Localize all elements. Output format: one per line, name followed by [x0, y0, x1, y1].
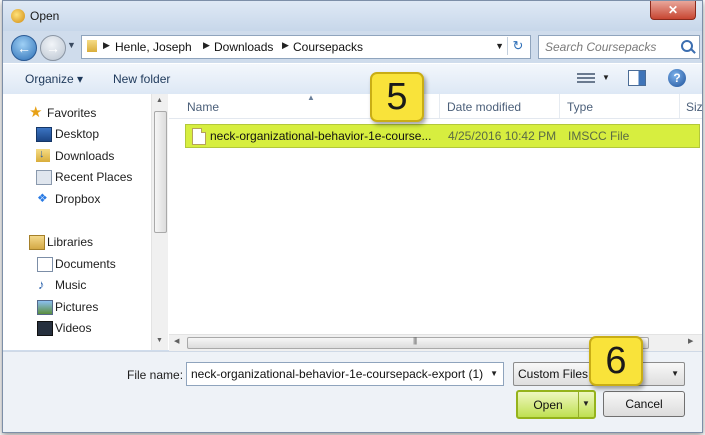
title-bar: Open ✕ [3, 1, 702, 31]
refresh-icon[interactable]: ↻ [507, 37, 528, 55]
open-button[interactable]: Open ▼ [516, 390, 596, 419]
videos-icon [37, 321, 53, 336]
help-icon[interactable]: ? [668, 69, 686, 87]
open-options-dropdown-icon[interactable]: ▼ [582, 399, 590, 408]
recent-locations-dropdown[interactable]: ▼ [67, 40, 76, 50]
column-divider[interactable] [439, 94, 440, 118]
address-dropdown-icon[interactable]: ▼ [495, 41, 504, 51]
back-button[interactable]: ← [11, 35, 37, 61]
view-dropdown-icon[interactable]: ▼ [602, 73, 610, 82]
scroll-left-icon[interactable]: ◀ [174, 337, 179, 345]
step-callout-6: 6 [589, 336, 643, 386]
sort-ascending-icon: ▲ [307, 93, 315, 102]
sidebar-item-documents[interactable]: Documents [55, 257, 116, 271]
sidebar-item-videos[interactable]: Videos [55, 321, 91, 335]
sidebar-group-libraries[interactable]: Libraries [47, 235, 93, 249]
libraries-icon [29, 235, 45, 250]
search-box[interactable]: Search Coursepacks [538, 35, 700, 59]
navigation-pane: ★ Favorites Desktop Downloads Recent Pla… [3, 94, 152, 350]
scrollbar-thumb[interactable]: ||| [187, 336, 649, 349]
new-folder-button[interactable]: New folder [113, 72, 170, 86]
sidebar-item-dropbox[interactable]: Dropbox [55, 192, 100, 206]
file-name-value[interactable]: neck-organizational-behavior-1e-coursepa… [191, 367, 483, 381]
chevron-down-icon[interactable]: ▼ [671, 369, 679, 378]
column-header-type[interactable]: Type [567, 100, 593, 114]
scroll-down-icon[interactable]: ▼ [156, 337, 163, 344]
sidebar-item-desktop[interactable]: Desktop [55, 127, 99, 141]
pictures-icon [37, 300, 53, 315]
cancel-button[interactable]: Cancel [603, 391, 685, 417]
chevron-down-icon[interactable]: ▼ [490, 369, 498, 378]
downloads-icon [36, 148, 50, 162]
scroll-up-icon[interactable]: ▲ [156, 97, 163, 104]
sidebar-item-music[interactable]: Music [55, 278, 86, 292]
content-area: ★ Favorites Desktop Downloads Recent Pla… [3, 93, 702, 351]
star-icon: ★ [29, 104, 43, 121]
sidebar-item-downloads[interactable]: Downloads [55, 149, 114, 163]
recent-places-icon [36, 170, 52, 185]
file-type: IMSCC File [568, 129, 630, 143]
app-icon [11, 9, 25, 23]
organize-button[interactable]: Organize ▾ [25, 72, 83, 86]
column-divider[interactable] [559, 94, 560, 118]
breadcrumb-separator-icon[interactable]: ▶ [282, 40, 289, 51]
column-divider[interactable] [679, 94, 680, 118]
step-callout-5: 5 [370, 72, 424, 122]
breadcrumb-separator-icon[interactable]: ▶ [103, 40, 110, 51]
table-row[interactable]: neck-organizational-behavior-1e-course..… [185, 124, 700, 148]
breadcrumb-separator-icon[interactable]: ▶ [203, 40, 210, 51]
sidebar-group-favorites[interactable]: Favorites [47, 106, 96, 120]
file-type-filter-value[interactable]: Custom Files [518, 367, 588, 381]
file-icon [192, 128, 206, 145]
documents-icon [37, 257, 53, 272]
scroll-right-icon[interactable]: ▶ [688, 337, 693, 345]
column-header-name[interactable]: Name [187, 100, 219, 114]
scrollbar-thumb[interactable] [154, 111, 167, 233]
sidebar-item-recent-places[interactable]: Recent Places [55, 170, 132, 184]
command-bar: Organize ▾ New folder ▼ ? [3, 63, 702, 95]
search-input[interactable]: Search Coursepacks [545, 40, 656, 54]
file-date-modified: 4/25/2016 10:42 PM [448, 129, 557, 143]
music-icon: ♪ [38, 277, 45, 292]
dropbox-icon: ❖ [37, 191, 48, 205]
view-options-icon[interactable] [577, 71, 595, 85]
navigation-scrollbar[interactable]: ▲ ▼ [151, 94, 168, 350]
preview-pane-icon[interactable] [628, 70, 646, 86]
search-icon[interactable] [681, 40, 693, 52]
sidebar-item-pictures[interactable]: Pictures [55, 300, 98, 314]
file-name-label: File name: [127, 368, 184, 382]
desktop-icon [36, 127, 52, 142]
window-title: Open [30, 9, 60, 23]
open-button-label[interactable]: Open [518, 398, 578, 412]
scrollbar-grip-icon: ||| [413, 336, 417, 345]
column-header-date-modified[interactable]: Date modified [447, 100, 521, 114]
breadcrumb-item[interactable]: Henle, Joseph [115, 40, 192, 54]
close-button[interactable]: ✕ [650, 1, 696, 20]
forward-button[interactable]: → [40, 35, 66, 61]
file-name-field[interactable]: neck-organizational-behavior-1e-coursepa… [186, 362, 504, 386]
file-list: ▲ Name Date modified Type Size neck-orga… [169, 93, 702, 350]
column-headers: ▲ Name Date modified Type Size [169, 93, 702, 119]
address-row: ← → ▼ ▶ Henle, Joseph ▶ Downloads ▶ Cour… [3, 31, 702, 61]
folder-icon [87, 40, 97, 52]
file-name: neck-organizational-behavior-1e-course..… [210, 129, 432, 143]
column-header-size[interactable]: Size [686, 100, 702, 114]
breadcrumb-item[interactable]: Downloads [214, 40, 273, 54]
address-bar[interactable]: ▶ Henle, Joseph ▶ Downloads ▶ Coursepack… [81, 35, 531, 59]
breadcrumb-item[interactable]: Coursepacks [293, 40, 363, 54]
split-divider [578, 392, 579, 417]
